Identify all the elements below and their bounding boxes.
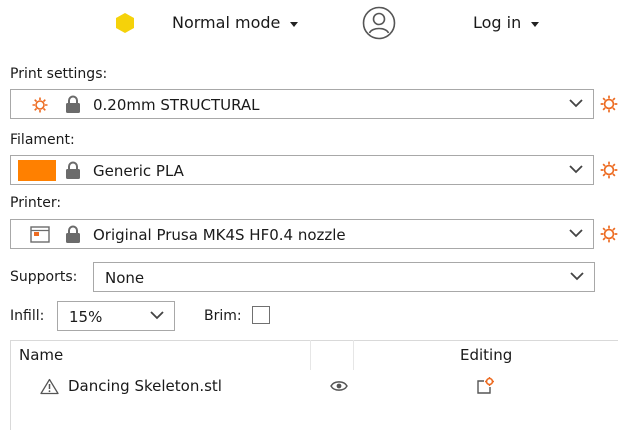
table-row[interactable]: Dancing Skeleton.stl — [11, 372, 618, 402]
printer-icon — [30, 226, 50, 243]
print-settings-value: 0.20mm STRUCTURAL — [93, 96, 260, 114]
print-settings-edit-cog-icon[interactable] — [599, 94, 618, 114]
printer-edit-cog-icon[interactable] — [599, 224, 618, 244]
column-header-name[interactable]: Name — [19, 346, 63, 364]
user-avatar-icon[interactable] — [362, 6, 396, 40]
mode-indicator-icon — [115, 12, 135, 34]
print-settings-cog-icon — [31, 96, 49, 114]
mode-selector[interactable]: Normal mode — [172, 13, 299, 32]
print-settings-combo[interactable]: 0.20mm STRUCTURAL — [10, 89, 594, 119]
login-menu[interactable]: Log in — [473, 13, 540, 32]
supports-combo[interactable]: None — [93, 262, 595, 292]
infill-combo[interactable]: 15% — [57, 301, 175, 331]
login-label: Log in — [473, 13, 522, 32]
chevron-down-icon — [570, 272, 584, 281]
filament-color-swatch — [18, 160, 56, 181]
column-header-editing[interactable]: Editing — [460, 346, 512, 364]
warning-icon — [40, 378, 59, 395]
brim-label: Brim: — [204, 308, 242, 324]
supports-label: Supports: — [10, 269, 78, 285]
chevron-down-icon — [150, 311, 164, 320]
infill-value: 15% — [69, 308, 103, 326]
mode-label: Normal mode — [172, 13, 281, 32]
object-name: Dancing Skeleton.stl — [68, 377, 222, 395]
column-separator — [353, 340, 354, 370]
filament-combo[interactable]: Generic PLA — [10, 155, 594, 185]
filament-lock-icon — [65, 161, 81, 180]
printer-value: Original Prusa MK4S HF0.4 nozzle — [93, 226, 346, 244]
filament-value: Generic PLA — [93, 162, 184, 180]
infill-label: Infill: — [10, 308, 45, 324]
printer-lock-icon — [65, 225, 81, 244]
eye-icon[interactable] — [330, 380, 348, 392]
chevron-down-icon — [569, 99, 583, 108]
filament-label: Filament: — [10, 132, 75, 148]
chevron-down-icon — [569, 229, 583, 238]
printer-combo[interactable]: Original Prusa MK4S HF0.4 nozzle — [10, 219, 594, 249]
edit-settings-icon[interactable] — [475, 376, 495, 396]
supports-value: None — [105, 269, 145, 287]
column-separator — [310, 340, 311, 370]
print-settings-lock-icon — [65, 95, 81, 114]
filament-edit-cog-icon[interactable] — [599, 160, 618, 180]
chevron-down-icon — [569, 165, 583, 174]
printer-label: Printer: — [10, 195, 62, 211]
login-dropdown-arrow-icon — [531, 22, 540, 27]
brim-checkbox[interactable] — [252, 306, 270, 324]
print-settings-label: Print settings: — [10, 66, 108, 82]
mode-dropdown-arrow-icon — [290, 22, 299, 27]
